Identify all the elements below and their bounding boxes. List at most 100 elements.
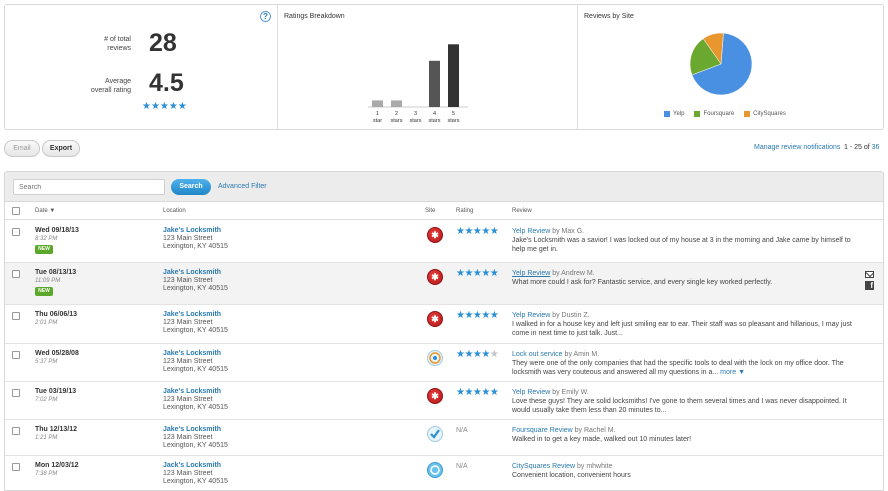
review-time: 1:21 PM (35, 435, 58, 441)
review-column-header: Review (512, 208, 532, 214)
review-text: Love these guys! They are solid locksmit… (512, 398, 847, 414)
stars-filled: ★★★★★ (456, 387, 499, 398)
more-link[interactable]: more ▼ (720, 369, 745, 376)
review-text: They were one of the only companies that… (512, 360, 844, 376)
stars-filled: ★★★★★ (456, 268, 499, 279)
row-checkbox[interactable] (12, 463, 20, 471)
review-date: Thu 12/13/12 (35, 426, 78, 433)
totals-column: ? # of total reviews 28 Average overall … (5, 5, 278, 129)
review-title-link[interactable]: Yelp Review (512, 270, 550, 277)
location-name-link[interactable]: Jake's Locksmith (163, 388, 228, 396)
advanced-filter-link[interactable]: Advanced Filter (218, 183, 267, 190)
star-rating: ★★★★★ (456, 226, 499, 237)
table-row[interactable]: Wed 09/18/13 8:32 PM NEW Jake's Locksmith 12… (5, 221, 883, 263)
stars-filled: ★★★★★ (456, 226, 499, 237)
bar-tick-label: 4 (433, 111, 436, 117)
location-name-link[interactable]: Jake's Locksmith (163, 426, 228, 434)
site-pie-legend: Yelp Foursquare CitySquares (664, 111, 786, 117)
review-author: by Amin M. (564, 351, 600, 358)
select-all-checkbox[interactable] (12, 207, 20, 215)
legend-item-yelp: Yelp (664, 111, 684, 117)
review-cell: Foursquare Review by Rachel M. Walked in … (512, 426, 857, 444)
review-author: by Rachel M. (574, 427, 616, 434)
new-badge: NEW (35, 287, 53, 296)
bar-tick-label: 2 (395, 111, 398, 117)
search-button[interactable]: Search (171, 179, 211, 195)
review-date: Wed 05/28/08 (35, 350, 79, 357)
location-street: 123 Main Street (163, 470, 213, 477)
ratings-breakdown-column: Ratings Breakdown 1 star 2 stars 3 stars 4 star… (278, 5, 578, 129)
star-rating: ★★★★★ (456, 310, 499, 321)
location-column-header: Location (163, 208, 186, 214)
review-title-link[interactable]: Foursquare Review (512, 427, 573, 434)
review-title-link[interactable]: Yelp Review (512, 228, 550, 235)
location-city: Lexington, KY 40515 (163, 243, 228, 250)
rating-column-header: Rating (456, 208, 474, 214)
location-cell: Jake's Locksmith 123 Main Street Lexington… (163, 269, 228, 293)
legend-label: CitySquares (753, 111, 786, 117)
ratings-bar-chart-svg: 1star2stars3stars4stars5stars (368, 44, 468, 124)
table-row[interactable]: Tue 08/13/13 11:09 PM NEW Jake's Locksmith 1… (5, 263, 883, 305)
legend-item-citysquares: CitySquares (744, 111, 786, 117)
row-checkbox[interactable] (12, 389, 20, 397)
legend-label: Yelp (673, 111, 685, 117)
filter-bar: Search Advanced Filter (5, 172, 883, 202)
email-button[interactable]: Email (4, 140, 40, 157)
site-pie-chart-svg (689, 32, 753, 96)
row-checkbox[interactable] (12, 427, 20, 435)
yelp-icon: ✱ (427, 227, 443, 243)
search-input[interactable] (13, 179, 165, 195)
ratings-breakdown-title: Ratings Breakdown (284, 13, 345, 20)
pagination-total-link[interactable]: 36 (872, 144, 880, 151)
star-rating: ★★★★★ (456, 268, 499, 279)
location-name-link[interactable]: Jake's Locksmith (163, 350, 228, 358)
table-row[interactable]: Tue 03/19/13 7:02 PM Jake's Locksmith 123 M… (5, 382, 883, 420)
facebook-share-icon[interactable]: f (865, 281, 874, 290)
average-rating-label-line1: Average (105, 78, 131, 85)
row-checkbox[interactable] (12, 351, 20, 359)
location-city: Lexington, KY 40515 (163, 478, 228, 485)
review-title-link[interactable]: CitySquares Review (512, 463, 575, 470)
table-row[interactable]: Thu 12/13/12 1:21 PM Jake's Locksmith 123 M… (5, 420, 883, 456)
table-row[interactable]: Thu 06/06/13 2:01 PM Jake's Locksmith 123 M… (5, 305, 883, 344)
average-rating-label-line2: overall rating (90, 87, 131, 94)
review-title-link[interactable]: Lock out service (512, 351, 563, 358)
export-button[interactable]: Export (42, 140, 80, 157)
citysquares-icon (427, 462, 443, 478)
manage-notifications-link[interactable]: Manage review notifications (754, 144, 840, 151)
review-date: Mon 12/03/12 (35, 462, 79, 469)
review-title-link[interactable]: Yelp Review (512, 389, 550, 396)
total-reviews-value: 28 (149, 29, 177, 57)
location-cell: Jack's Locksmith 123 Main Street Lexington… (163, 462, 228, 486)
review-title-link[interactable]: Yelp Review (512, 312, 550, 319)
location-name-link[interactable]: Jake's Locksmith (163, 227, 228, 235)
review-cell: Yelp Review by Max G. Jake's Locksmith wa… (512, 227, 857, 254)
help-icon[interactable]: ? (260, 11, 271, 22)
table-row[interactable]: Wed 05/28/08 5:37 PM Jake's Locksmith 123 M… (5, 344, 883, 382)
location-street: 123 Main Street (163, 396, 213, 403)
date-column-header[interactable]: Date ▼ (35, 208, 55, 214)
review-author: by Emily W. (552, 389, 589, 396)
date-header-label: Date (35, 208, 48, 214)
row-checkbox[interactable] (12, 228, 20, 236)
bar-tick-label: stars (391, 118, 403, 124)
row-checkbox[interactable] (12, 270, 20, 278)
bar-tick-label: stars (429, 118, 441, 124)
review-text: Jake's Locksmith was a savior! I was loc… (512, 237, 851, 253)
location-city: Lexington, KY 40515 (163, 404, 228, 411)
review-author: by Dustin Z. (552, 312, 590, 319)
reviews-by-site-title: Reviews by Site (584, 13, 634, 20)
bar-2-star (391, 100, 402, 107)
location-cell: Jake's Locksmith 123 Main Street Lexington… (163, 350, 228, 374)
email-share-icon[interactable] (865, 271, 874, 278)
sort-desc-icon: ▼ (49, 208, 56, 214)
location-street: 123 Main Street (163, 434, 213, 441)
star-rating: ★★★★★ (456, 349, 499, 360)
location-name-link[interactable]: Jake's Locksmith (163, 269, 228, 277)
row-checkbox[interactable] (12, 312, 20, 320)
location-name-link[interactable]: Jake's Locksmith (163, 311, 228, 319)
location-name-link[interactable]: Jack's Locksmith (163, 462, 228, 470)
table-row[interactable]: Mon 12/03/12 7:38 PM Jack's Locksmith 123 M… (5, 456, 883, 490)
review-author: by Andrew M. (552, 270, 595, 277)
review-time: 8:32 PM (35, 236, 58, 242)
